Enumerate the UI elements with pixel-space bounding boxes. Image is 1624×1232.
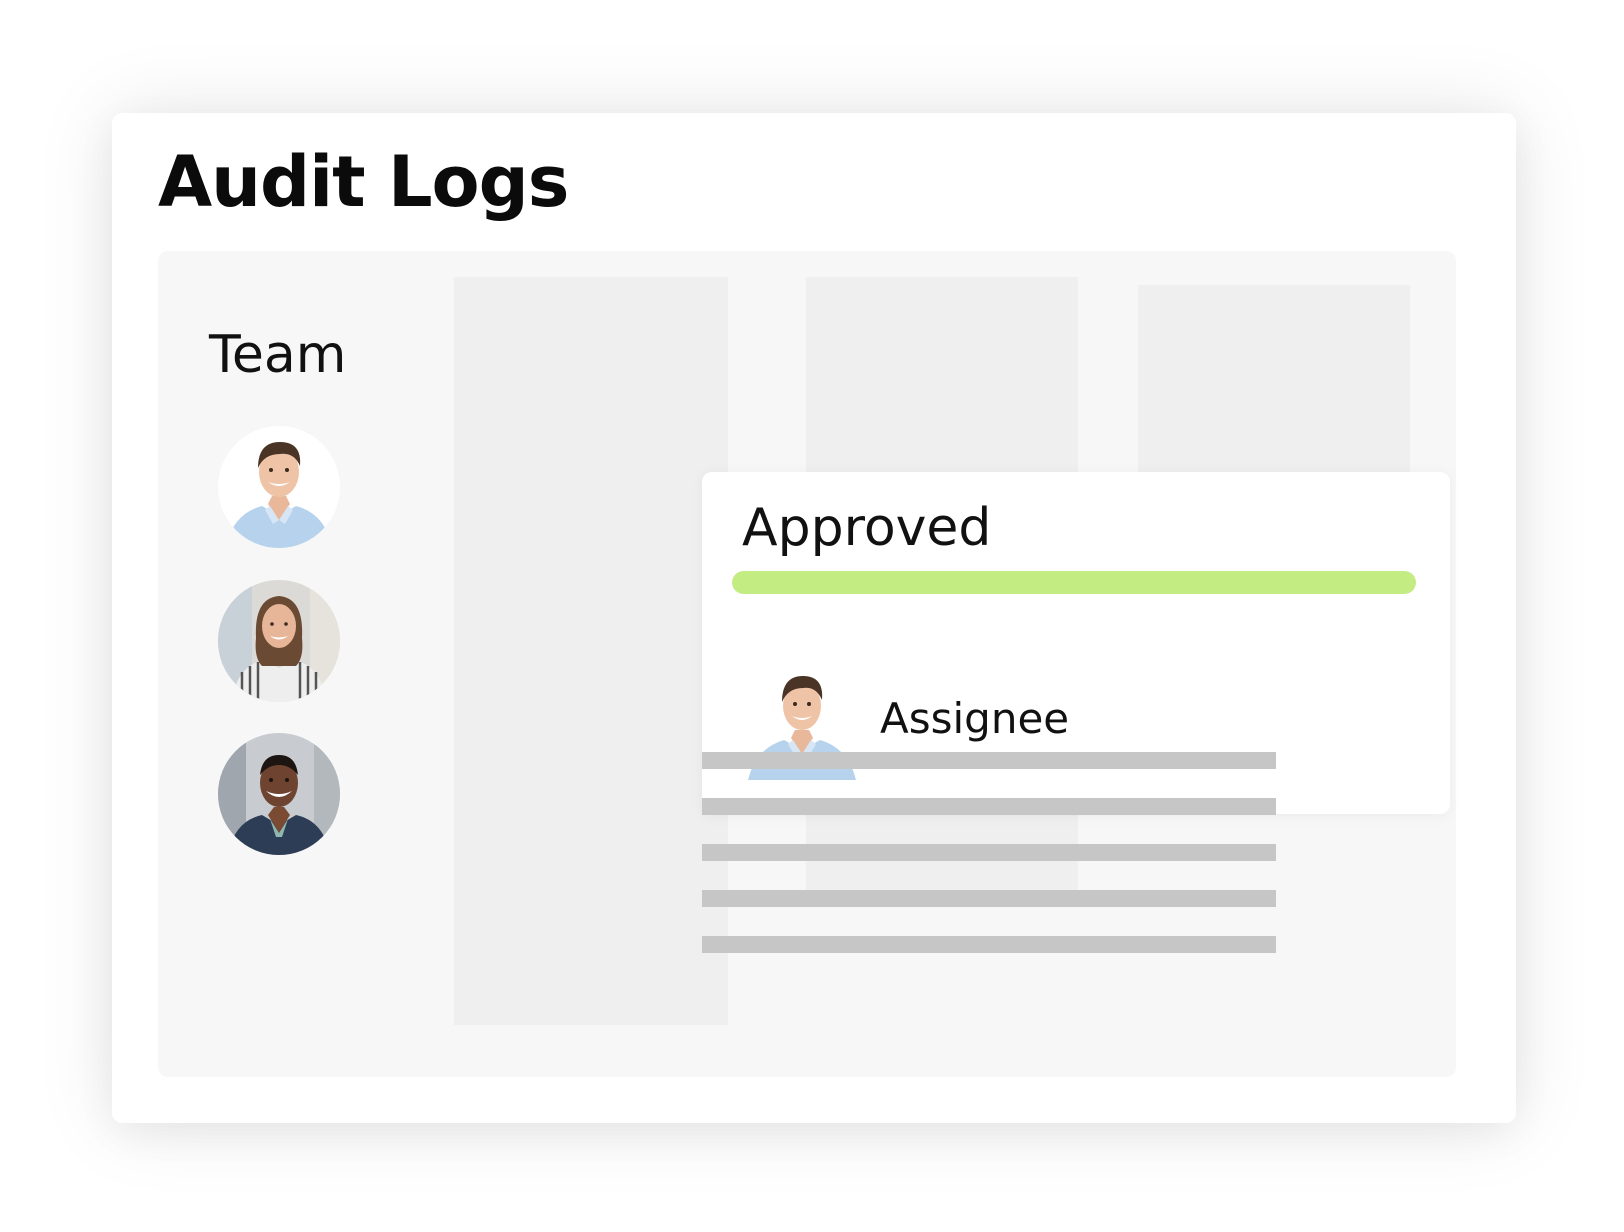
avatar-image	[218, 733, 340, 855]
placeholder-text-line	[702, 798, 1276, 815]
placeholder-text-line	[702, 936, 1276, 953]
avatar-image	[218, 426, 340, 548]
placeholder-text-line	[702, 752, 1276, 769]
placeholder-text-line	[702, 844, 1276, 861]
stage: Audit Logs Team Approved Assignee	[0, 0, 1624, 1232]
team-panel: Team	[158, 251, 438, 1077]
status-title: Approved	[742, 498, 992, 558]
audit-logs-window: Audit Logs Team Approved Assignee	[112, 113, 1516, 1123]
page-title: Audit Logs	[158, 141, 569, 223]
placeholder-text-line	[702, 890, 1276, 907]
approval-progress-fill	[732, 571, 1416, 594]
avatar-man-light-shirt-icon[interactable]	[218, 426, 340, 548]
team-label: Team	[209, 325, 347, 385]
board-column-1	[454, 277, 728, 1025]
avatar-image	[218, 580, 340, 702]
assignee-label: Assignee	[880, 694, 1070, 743]
avatar-man-dark-jacket-icon[interactable]	[218, 733, 340, 855]
approval-progress-bar	[732, 571, 1416, 594]
avatar-woman-striped-shirt-icon[interactable]	[218, 580, 340, 702]
